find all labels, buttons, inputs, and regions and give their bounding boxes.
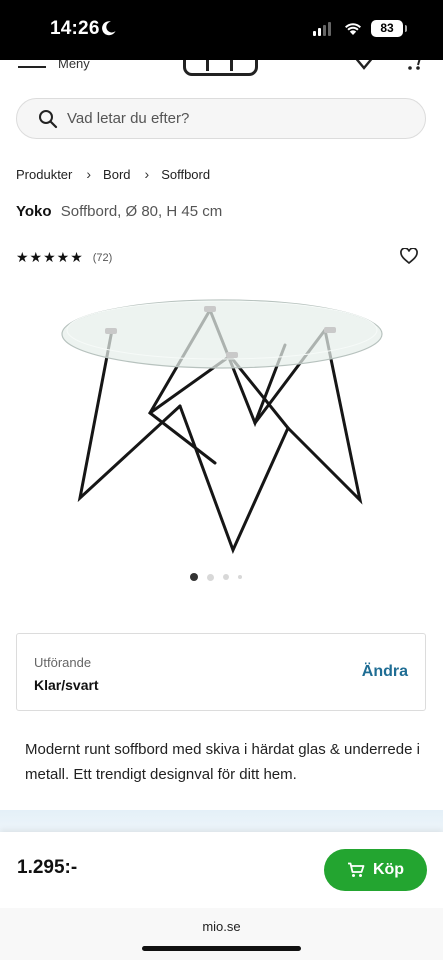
chevron-right-icon: › [86,166,92,182]
buy-button[interactable]: Köp [324,849,427,891]
product-body-text: Modernt runt soffbord med skiva i härdat… [25,741,420,783]
star-rating-icon: ★★★★★ [16,249,84,265]
product-image[interactable] [50,288,393,560]
product-title: Yoko Soffbord, Ø 80, H 45 cm [16,203,222,220]
favorite-heart-icon[interactable] [400,248,418,264]
moon-icon [102,21,116,36]
search-icon [39,110,58,129]
status-bar: 14:26 83 [0,0,443,60]
rating[interactable]: ★★★★★ (72) [16,249,112,266]
variant-selector[interactable]: Utförande Klar/svart Ändra [16,633,426,711]
product-name: Yoko [16,203,52,220]
carousel-dot-4[interactable] [238,575,242,579]
site-header: Meny [0,60,443,80]
cart-icon [347,862,365,877]
carousel-dot-2[interactable] [207,573,214,581]
browser-address-bar[interactable]: mio.se [0,908,443,960]
sticky-buy-bar: 1.295:- Köp [0,832,443,908]
menu-label[interactable]: Meny [58,60,90,71]
carousel-dot-1[interactable] [190,573,198,581]
signal-icon [313,22,331,36]
buy-button-label: Köp [372,861,405,878]
chevron-right-icon: › [144,166,150,182]
menu-icon[interactable] [18,66,46,78]
battery-icon: 83 [371,20,407,37]
section-divider [0,810,443,834]
image-carousel-dots [190,573,242,581]
breadcrumb-item-produkter[interactable]: Produkter [16,167,72,182]
review-count[interactable]: (72) [93,252,113,264]
cart-icon[interactable] [404,60,426,74]
breadcrumb-item-bord[interactable]: Bord [103,167,130,182]
breadcrumb: Produkter › Bord › Soffbord [16,166,210,182]
home-indicator[interactable] [142,946,301,951]
heart-icon[interactable] [352,60,376,72]
variant-label: Utförande [34,655,92,670]
change-variant-button[interactable]: Ändra [362,663,408,681]
search-bar[interactable] [16,98,426,139]
product-description: Soffbord, Ø 80, H 45 cm [60,203,223,220]
wifi-icon [345,23,361,35]
carousel-dot-3[interactable] [223,574,229,580]
search-input[interactable] [67,99,407,138]
status-time: 14:26 [50,18,100,39]
variant-value: Klar/svart [34,677,99,693]
logo[interactable] [183,60,258,76]
url-text[interactable]: mio.se [0,919,443,934]
breadcrumb-item-soffbord[interactable]: Soffbord [161,167,210,182]
price: 1.295:- [17,857,78,878]
